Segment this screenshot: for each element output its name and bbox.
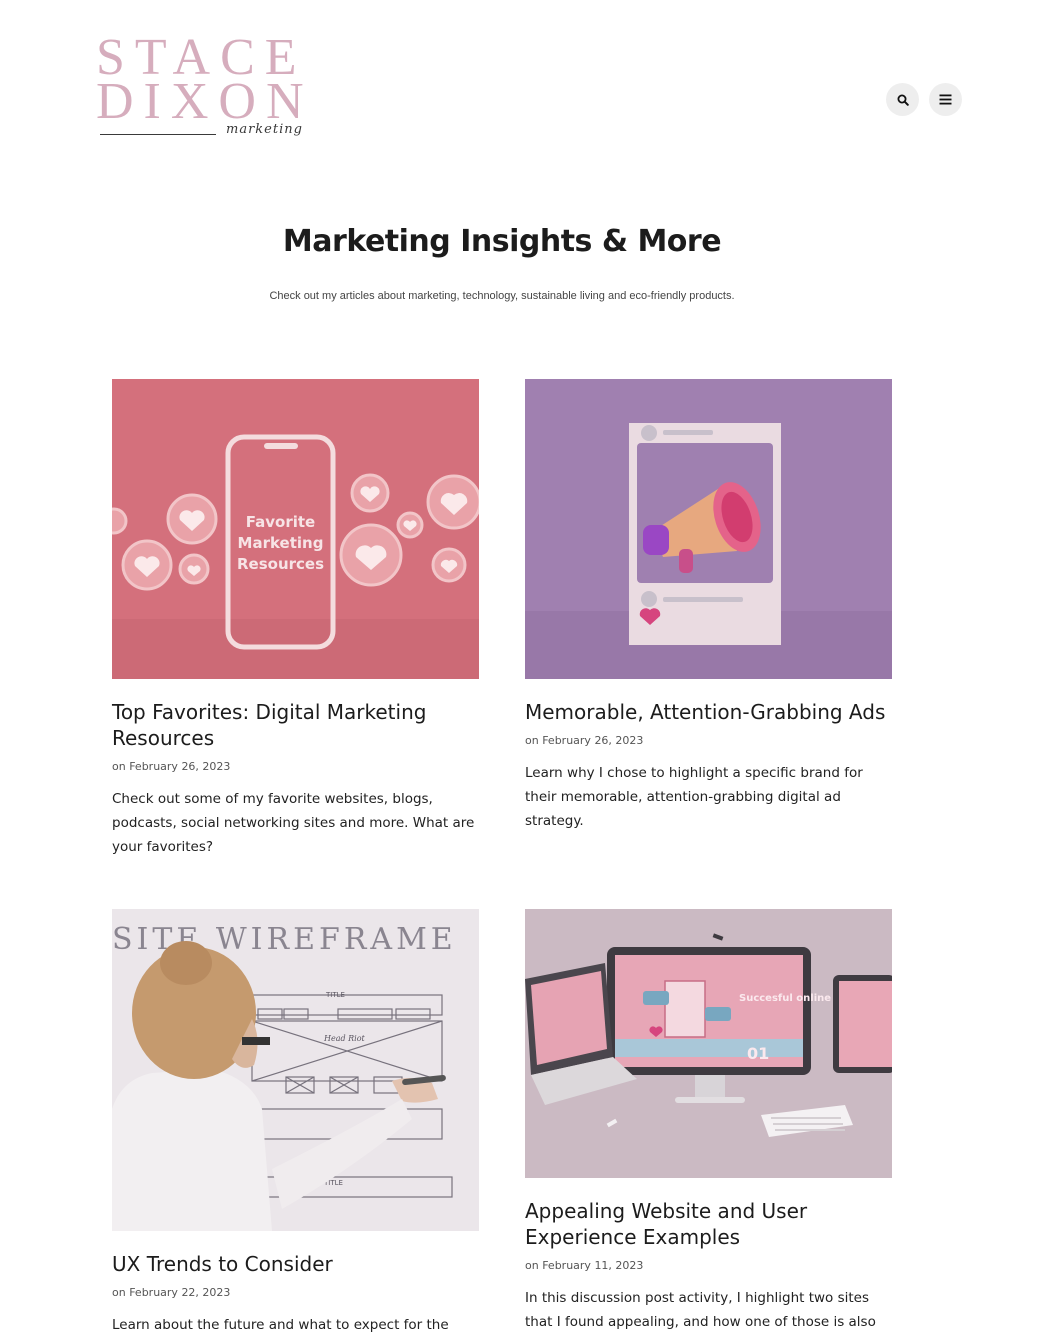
site-header: STACE DIXON marketing [0, 0, 1042, 170]
image-text-favorite: Favorite [246, 513, 315, 531]
responsive-devices-illustration: Succesful online strategy. 01 [525, 909, 892, 1178]
image-text-head-riot: Head Riot [323, 1034, 366, 1043]
post-card: Favorite Marketing Resources Top Favorit… [112, 379, 479, 859]
post-date: on February 22, 2023 [112, 1286, 231, 1299]
megaphone-illustration [525, 379, 892, 679]
image-text-01: 01 [747, 1044, 769, 1063]
site-logo[interactable]: STACE DIXON marketing [96, 30, 310, 146]
post-date: on February 26, 2023 [525, 734, 644, 747]
post-excerpt: Learn about the future and what to expec… [112, 1317, 449, 1333]
post-card: Memorable, Attention-Grabbing Ads on Feb… [525, 379, 892, 833]
post-date: on February 26, 2023 [112, 760, 231, 773]
image-text-marketing: Marketing [238, 534, 324, 552]
post-card: Succesful online strategy. 01 Appealing … [525, 909, 892, 1334]
post-title[interactable]: Memorable, Attention-Grabbing Ads [525, 699, 892, 725]
post-image-wireframe[interactable]: SITE WIREFRAME TITLE Head Riot TITLE [112, 909, 479, 1231]
post-excerpt: In this discussion post activity, I high… [525, 1290, 876, 1330]
page-title: Marketing Insights & More [282, 224, 722, 259]
post-title[interactable]: UX Trends to Consider [112, 1251, 479, 1277]
post-excerpt: Learn why I chose to highlight a specifi… [525, 765, 863, 829]
post-title[interactable]: Appealing Website and User Experience Ex… [525, 1198, 892, 1250]
image-text-resources: Resources [237, 555, 324, 573]
logo-script: marketing [226, 122, 303, 137]
post-card: SITE WIREFRAME TITLE Head Riot TITLE UX … [112, 909, 479, 1334]
post-image-megaphone[interactable] [525, 379, 892, 679]
post-image-favorite-resources[interactable]: Favorite Marketing Resources [112, 379, 479, 679]
search-button[interactable] [886, 83, 919, 116]
page-subtitle: Check out my articles about marketing, t… [269, 290, 735, 302]
logo-rule [100, 134, 216, 135]
post-title[interactable]: Top Favorites: Digital Marketing Resourc… [112, 699, 479, 751]
menu-button[interactable] [929, 83, 962, 116]
phone-hearts-illustration: Favorite Marketing Resources [112, 379, 479, 679]
image-text-title-top: TITLE [325, 991, 345, 999]
post-excerpt: Check out some of my favorite websites, … [112, 791, 475, 855]
post-image-devices[interactable]: Succesful online strategy. 01 [525, 909, 892, 1178]
hamburger-menu-icon [939, 94, 952, 105]
post-date: on February 11, 2023 [525, 1259, 644, 1272]
wireframe-whiteboard-photo: SITE WIREFRAME TITLE Head Riot TITLE [112, 909, 479, 1231]
logo-line-dixon: DIXON [96, 73, 314, 130]
search-icon [897, 94, 909, 106]
